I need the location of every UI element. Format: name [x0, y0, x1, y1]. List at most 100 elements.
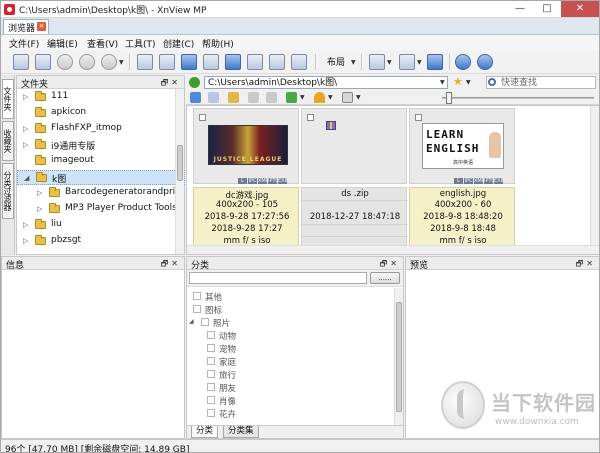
folder-scroll-thumb[interactable]	[177, 145, 183, 181]
tree-item[interactable]: ▷ liu	[17, 218, 185, 233]
quick-search-input[interactable]: 快速查找	[486, 76, 596, 89]
browser-vertical-scrollbar[interactable]	[590, 106, 599, 247]
thumb-text-line2: ENGLISH	[426, 142, 480, 155]
category-scroll-thumb[interactable]	[396, 302, 402, 412]
back-arrow-icon[interactable]	[190, 92, 201, 103]
expand-arrow-icon[interactable]: ▷	[23, 237, 28, 245]
category-checkbox[interactable]	[207, 409, 215, 417]
batch-rename-icon[interactable]	[269, 54, 285, 70]
vtab-category-filter[interactable]: 分类过滤器	[2, 163, 14, 219]
tab-close-icon[interactable]: ×	[37, 22, 46, 31]
expand-arrow-icon[interactable]: ▷	[23, 141, 28, 149]
category-checkbox[interactable]	[193, 292, 201, 300]
tree-item[interactable]: ▷ pbzsgt	[17, 234, 185, 249]
view-mode-icon[interactable]	[399, 54, 415, 70]
minimize-button[interactable]: —	[507, 1, 533, 17]
select-checkbox[interactable]	[415, 114, 422, 121]
expand-arrow-icon[interactable]: ▷	[23, 125, 28, 133]
forward-arrow-icon[interactable]	[208, 92, 219, 103]
category-checkbox[interactable]	[207, 357, 215, 365]
menu-view[interactable]: 查看(V)	[87, 37, 118, 50]
tree-item[interactable]: ▷ MP3 Player Product Tools	[17, 202, 185, 217]
settings-round-icon[interactable]	[101, 54, 117, 70]
panel-controls-icon[interactable]: 🗗✕	[576, 258, 596, 272]
parent-folder-icon[interactable]	[228, 92, 239, 103]
expand-arrow-icon[interactable]: ▷	[37, 205, 42, 213]
tag-icon[interactable]	[286, 92, 297, 103]
folder-scrollbar[interactable]	[175, 89, 184, 254]
panel-controls-icon[interactable]: 🗗✕	[161, 258, 181, 272]
gear-icon[interactable]	[455, 54, 471, 70]
slider-handle[interactable]	[446, 92, 452, 104]
category-checkbox[interactable]	[207, 344, 215, 352]
menu-help[interactable]: 帮助(H)	[202, 37, 234, 50]
expand-arrow-icon[interactable]: ▷	[23, 93, 28, 101]
app-window: C:\Users\admin\Desktop\k图\ - XnView MP —…	[0, 0, 600, 453]
tab-browser[interactable]: 浏览器 ×	[3, 19, 49, 34]
tab-categories[interactable]: 分类	[191, 426, 219, 438]
path-dropdown-icon[interactable]: ▼	[440, 79, 445, 86]
category-checkbox[interactable]	[193, 305, 201, 313]
fit-window-icon[interactable]	[35, 54, 51, 70]
category-filter-input[interactable]	[189, 272, 367, 284]
thumbnail-size-slider[interactable]	[442, 92, 594, 104]
category-checkbox[interactable]	[201, 318, 209, 326]
menu-file[interactable]: 文件(F)	[9, 37, 39, 50]
menu-create[interactable]: 创建(C)	[163, 37, 194, 50]
fullscreen-icon[interactable]	[13, 54, 29, 70]
tab-category-sets[interactable]: 分类集	[223, 426, 259, 438]
print-icon[interactable]	[203, 54, 219, 70]
expand-arrow-icon[interactable]: ▷	[23, 221, 28, 229]
compare-icon[interactable]	[291, 54, 307, 70]
open-icon[interactable]	[137, 54, 153, 70]
tree-item[interactable]: imageout	[17, 154, 185, 169]
scan-icon[interactable]	[225, 54, 241, 70]
edit-icon[interactable]	[248, 92, 259, 103]
panels-icon[interactable]	[369, 54, 385, 70]
vtab-favorites[interactable]: 收藏夹	[2, 121, 14, 161]
layout-menu-button[interactable]: 布局	[327, 55, 345, 71]
tree-item[interactable]: ▷ Barcodegeneratorandprin	[17, 186, 185, 201]
thumb-text-line1: LEARN	[426, 128, 465, 141]
delete-icon[interactable]	[266, 92, 277, 103]
select-checkbox[interactable]	[307, 114, 314, 121]
category-checkbox[interactable]	[207, 383, 215, 391]
refresh-icon[interactable]	[57, 54, 73, 70]
expand-arrow-icon[interactable]: ◢	[189, 318, 194, 325]
category-scrollbar[interactable]	[394, 288, 403, 425]
help-icon[interactable]	[477, 54, 493, 70]
category-checkbox[interactable]	[207, 331, 215, 339]
go-refresh-icon[interactable]	[189, 77, 200, 88]
binoculars-icon[interactable]	[181, 54, 197, 70]
expand-arrow-icon[interactable]: ◢	[24, 174, 29, 182]
menu-edit[interactable]: 编辑(E)	[47, 37, 78, 50]
tree-item[interactable]: apkicon	[17, 106, 185, 121]
menu-tools[interactable]: 工具(T)	[125, 37, 156, 50]
tree-item[interactable]: ▷ 111	[17, 90, 185, 105]
tree-item[interactable]: ▷ i9通用专版	[17, 138, 185, 153]
select-checkbox[interactable]	[199, 114, 206, 121]
thumbnail-item[interactable]: JUSTICE LEAGUE L IPC XMPIPTCEXIF dc游戏.jpg …	[193, 108, 299, 248]
thumbnail-item[interactable]: LEARN ENGLISH 高中英语 L IPC XMPIPTCEXIF engli…	[409, 108, 515, 248]
category-label: 旅行	[219, 371, 237, 381]
category-options-button[interactable]: ......	[370, 272, 400, 284]
maximize-button[interactable]: □	[534, 1, 560, 17]
browser-horizontal-scrollbar[interactable]	[187, 245, 599, 254]
tree-item[interactable]: ◢ k图	[17, 170, 185, 185]
thumbnail-view-icon[interactable]	[342, 92, 353, 103]
network-icon[interactable]	[427, 54, 443, 70]
vtab-folders[interactable]: 文件夹	[2, 79, 14, 119]
category-checkbox[interactable]	[207, 396, 215, 404]
path-input[interactable]: C:\Users\admin\Desktop\k图\	[204, 76, 448, 89]
category-label: 宠物	[219, 345, 237, 355]
thumbnail-item[interactable]: ds .zip 2018-12-27 18:47:18	[301, 108, 408, 248]
batch-convert-icon[interactable]	[247, 54, 263, 70]
close-button[interactable]: ✕	[561, 1, 599, 17]
category-checkbox[interactable]	[207, 370, 215, 378]
rotate-icon[interactable]	[79, 54, 95, 70]
slideshow-icon[interactable]	[159, 54, 175, 70]
tree-item[interactable]: ▷ FlashFXP_itmop	[17, 122, 185, 137]
expand-arrow-icon[interactable]: ▷	[37, 189, 42, 197]
star-favorite-icon[interactable]: ★	[453, 76, 464, 88]
filter-icon[interactable]	[314, 92, 325, 103]
